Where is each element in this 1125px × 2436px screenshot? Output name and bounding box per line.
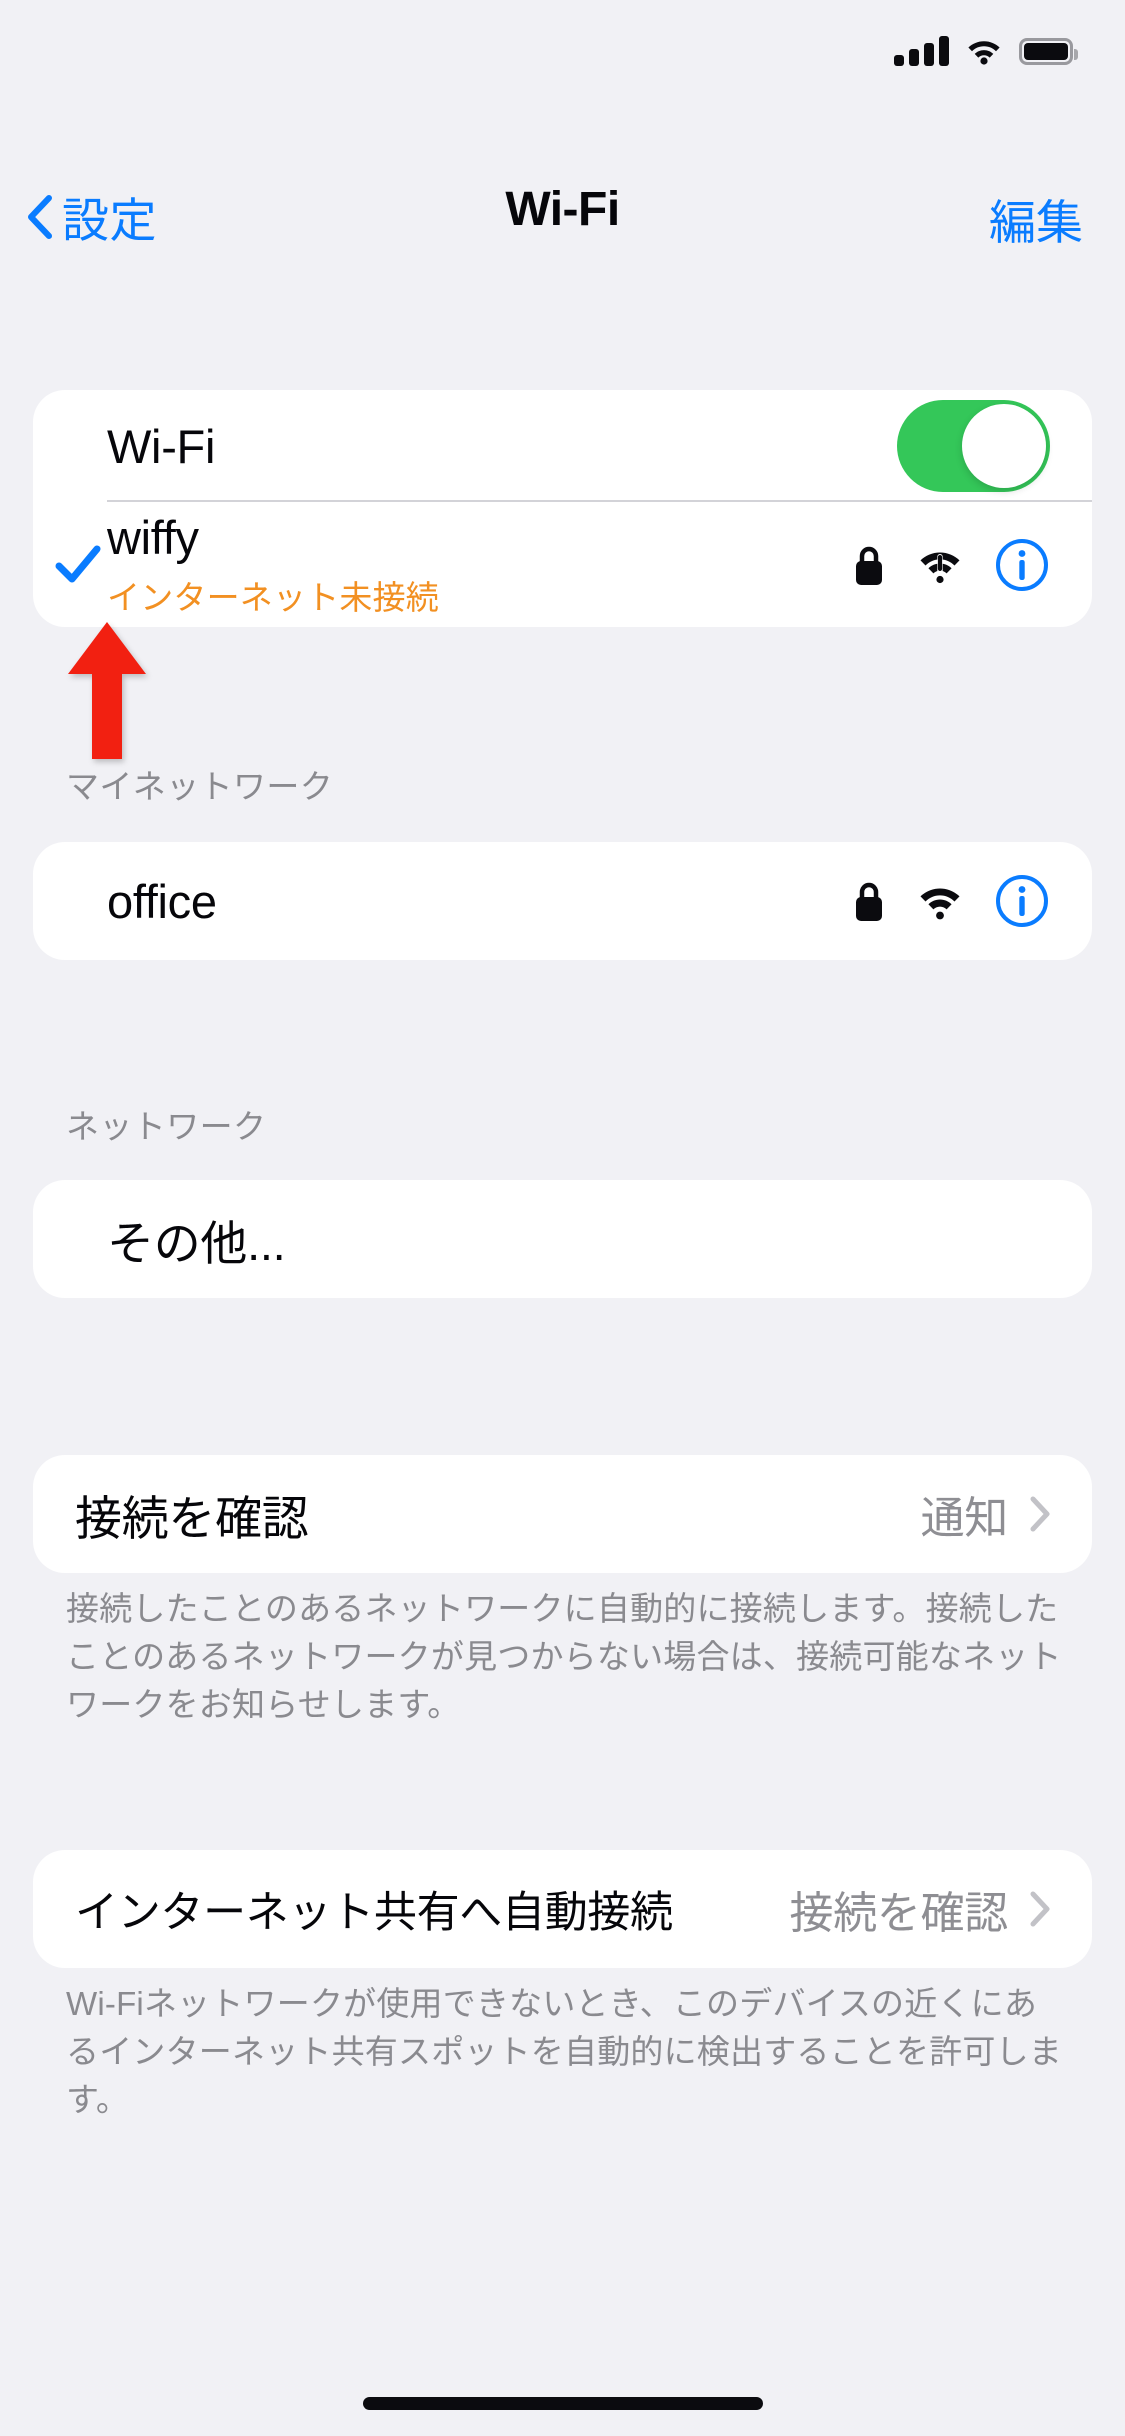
wifi-toggle-knob [962, 404, 1046, 488]
wifi-toggle-row[interactable]: Wi-Fi [33, 390, 1092, 502]
my-networks-card: office [33, 842, 1092, 960]
other-network-row[interactable]: その他... [33, 1180, 1092, 1298]
cellular-signal-icon [894, 36, 949, 66]
network-name: office [107, 874, 217, 928]
auto-join-hotspot-row[interactable]: インターネット共有へ自動接続 接続を確認 [33, 1850, 1092, 1968]
lock-icon [856, 882, 882, 921]
wifi-toggle-label: Wi-Fi [107, 419, 216, 473]
page-title: Wi-Fi [505, 183, 620, 236]
wifi-exclamation-icon[interactable] [916, 545, 964, 585]
red-up-arrow-annotation [68, 622, 146, 759]
auto-join-hotspot-value: 接続を確認 [789, 1889, 1009, 1938]
connected-network-row[interactable]: wiffy インターネット未接続 [33, 502, 1092, 627]
networks-card: その他... [33, 1180, 1092, 1298]
auto-join-hotspot-label: インターネット共有へ自動接続 [75, 1889, 673, 1937]
ask-to-join-label: 接続を確認 [75, 1491, 309, 1545]
connected-network-labels: wiffy インターネット未接続 [107, 510, 439, 619]
info-circle-icon[interactable] [994, 537, 1050, 593]
status-bar-indicators [894, 36, 1078, 66]
ask-to-join-footer: 接続したことのあるネットワークに自動的に接続します。接続したことのあるネットワー… [66, 1590, 1062, 1723]
home-indicator[interactable] [362, 2397, 763, 2410]
wifi-card: Wi-Fi wiffy インターネット未接続 [33, 390, 1092, 627]
wifi-toggle-switch[interactable] [897, 400, 1050, 492]
wifi-icon [920, 888, 960, 920]
network-row-icons [852, 873, 1050, 929]
chevron-right-icon [1030, 1891, 1050, 1927]
network-row-office[interactable]: office [33, 842, 1092, 960]
network-name: wiffy [107, 511, 199, 564]
battery-full-icon [1019, 37, 1078, 65]
auto-join-hotspot-footer: Wi-Fiネットワークが使用できないとき、このデバイスの近くにあるインターネット… [66, 1985, 1062, 2118]
connected-network-icons [852, 537, 1050, 593]
ask-to-join-row[interactable]: 接続を確認 通知 [33, 1455, 1092, 1573]
edit-button[interactable]: 編集 [989, 184, 1083, 253]
lock-icon [856, 546, 882, 585]
ask-to-join-value: 通知 [920, 1494, 1009, 1543]
info-circle-icon[interactable] [994, 873, 1050, 929]
other-network-label: その他... [107, 1216, 286, 1270]
networks-header: ネットワーク [66, 1108, 267, 1145]
navigation-bar: 設定 Wi-Fi 編集 [0, 100, 1125, 249]
iphone-screen: 設定 Wi-Fi 編集 Wi-Fi wiffy インターネット未接続 マイネット… [0, 0, 1125, 2436]
ask-to-join-card: 接続を確認 通知 [33, 1455, 1092, 1573]
wifi-icon [968, 41, 1000, 65]
auto-join-hotspot-card: インターネット共有へ自動接続 接続を確認 [33, 1850, 1092, 1968]
my-networks-header: マイネットワーク [66, 768, 334, 805]
chevron-right-icon [1030, 1496, 1050, 1532]
checkmark-icon [55, 545, 101, 582]
status-bar [0, 0, 1125, 100]
network-status-subtitle: インターネット未接続 [107, 579, 439, 616]
